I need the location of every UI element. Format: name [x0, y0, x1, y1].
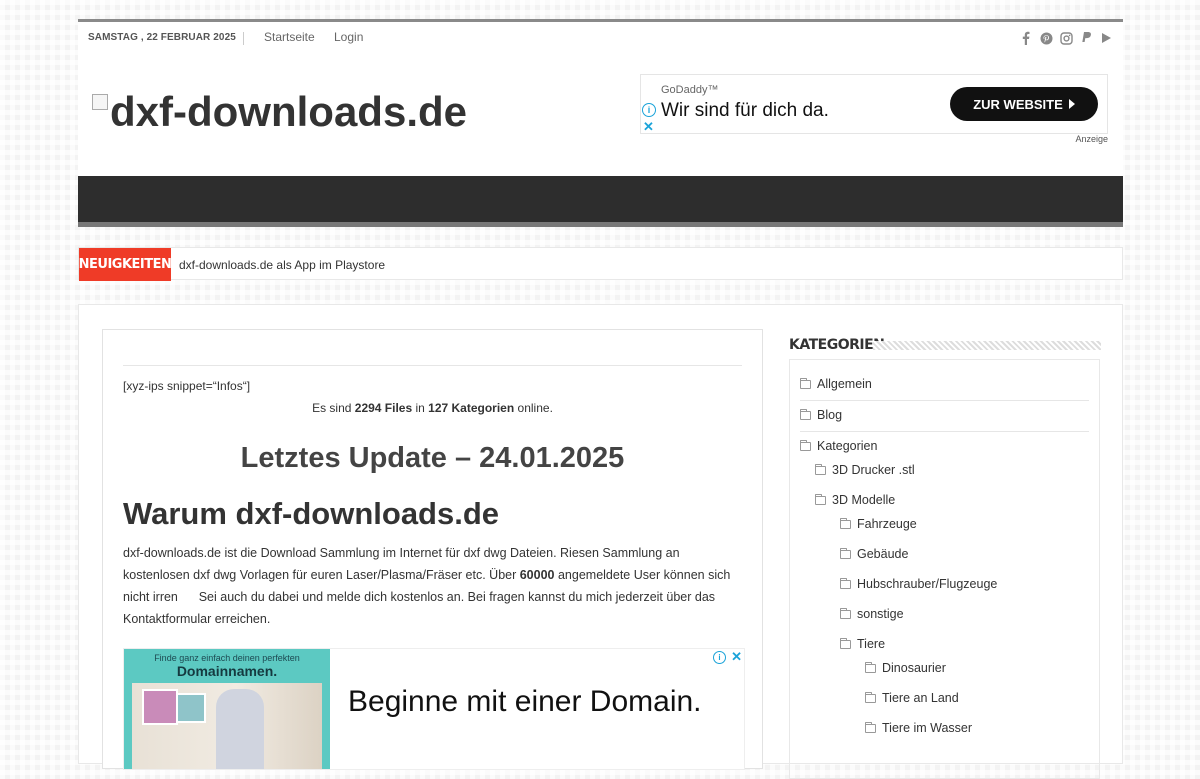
sidebar-title: KATEGORIEN: [789, 335, 1101, 357]
ad-photo-frame: [176, 693, 206, 723]
ad-brand: GoDaddy™: [661, 84, 719, 96]
ad-close-icon[interactable]: ✕: [643, 119, 654, 135]
decorative-stripes: [873, 341, 1101, 350]
folder-icon: [815, 493, 826, 505]
site-logo[interactable]: dxf-downloads.de: [92, 90, 467, 134]
folder-icon: [840, 607, 851, 619]
ad-image-line1: Finde ganz einfach deinen perfekten: [154, 653, 300, 663]
main-post: [xyz-ips snippet=“Infos“] Es sind 2294 F…: [102, 329, 763, 770]
ad-info-icon[interactable]: i: [642, 103, 656, 117]
last-update-heading: Letztes Update – 24.01.2025: [240, 442, 625, 474]
header-ad-banner[interactable]: GoDaddy™ Wir sind für dich da. i ✕ ZUR W…: [640, 74, 1108, 134]
ad-photo-frame: [142, 689, 178, 725]
broken-image-icon: [92, 94, 108, 110]
category-item-tiere-im-wasser[interactable]: Tiere im Wasser: [865, 721, 972, 735]
news-ticker: NEUIGKEITEN dxf-downloads.de als App im …: [78, 247, 1123, 281]
divider: [123, 365, 742, 366]
ad-image: Finde ganz einfach deinen perfekten Doma…: [124, 649, 330, 769]
divider: [243, 32, 244, 45]
nav-link-startseite[interactable]: Startseite: [264, 30, 315, 44]
top-bar: SAMSTAG , 22 FEBRUAR 2025 Startseite Log…: [78, 19, 1123, 57]
site-stats: Es sind 2294 Files in 127 Kategorien onl…: [312, 401, 553, 415]
category-list: Allgemein Blog Kategorien 3D Drucker .st…: [789, 359, 1100, 779]
instagram-icon[interactable]: [1059, 30, 1073, 46]
folder-icon: [840, 637, 851, 649]
play-arrow-icon: [1068, 99, 1075, 109]
snippet-shortcode: [xyz-ips snippet=“Infos“]: [123, 379, 251, 393]
divider: [800, 400, 1089, 401]
category-count: 127 Kategorien: [428, 401, 515, 415]
folder-icon: [865, 661, 876, 673]
category-item-3d-drucker[interactable]: 3D Drucker .stl: [815, 463, 915, 477]
folder-icon: [840, 577, 851, 589]
category-item-fahrzeuge[interactable]: Fahrzeuge: [840, 517, 917, 531]
category-item-3d-modelle[interactable]: 3D Modelle: [815, 493, 895, 507]
ad-cta-label: ZUR WEBSITE: [973, 96, 1063, 112]
ad-message: Wir sind für dich da.: [661, 100, 829, 121]
ticker-label: NEUIGKEITEN: [79, 248, 172, 281]
category-item-blog[interactable]: Blog: [800, 408, 842, 422]
category-item-kategorien[interactable]: Kategorien: [800, 439, 877, 453]
ad-close-icon[interactable]: ✕: [731, 649, 742, 665]
ad-headline: Beginne mit einer Domain.: [348, 685, 702, 718]
facebook-icon[interactable]: [1019, 30, 1033, 46]
folder-icon: [815, 463, 826, 475]
why-heading: Warum dxf-downloads.de: [123, 496, 500, 531]
content-area: [xyz-ips snippet=“Infos“] Es sind 2294 F…: [78, 304, 1123, 779]
main-navigation: [78, 176, 1123, 227]
ad-photo-person: [216, 689, 264, 769]
category-item-hubschrauber[interactable]: Hubschrauber/Flugzeuge: [840, 577, 997, 591]
category-item-tiere[interactable]: Tiere: [840, 637, 885, 651]
ad-cta-button[interactable]: ZUR WEBSITE: [950, 87, 1098, 121]
file-count: 2294 Files: [354, 401, 413, 415]
nav-link-login[interactable]: Login: [334, 30, 363, 44]
ad-label: Anzeige: [1075, 134, 1108, 144]
ad-info-icon[interactable]: i: [713, 651, 726, 664]
social-icons: [1019, 30, 1113, 46]
ticker-item[interactable]: dxf-downloads.de als App im Playstore: [179, 258, 385, 272]
ad-image-line2: Domainnamen.: [176, 663, 278, 679]
pinterest-icon[interactable]: [1039, 30, 1053, 46]
folder-icon: [800, 408, 811, 420]
folder-icon: [840, 547, 851, 559]
youtube-icon[interactable]: [1099, 30, 1113, 46]
current-date: SAMSTAG , 22 FEBRUAR 2025: [88, 32, 236, 43]
folder-icon: [865, 691, 876, 703]
folder-icon: [840, 517, 851, 529]
folder-icon: [800, 439, 811, 451]
folder-icon: [800, 377, 811, 389]
logo-alt-text: dxf-downloads.de: [110, 88, 467, 135]
content-ad-banner[interactable]: Finde ganz einfach deinen perfekten Doma…: [123, 648, 745, 770]
user-count: 60000: [519, 568, 555, 582]
folder-icon: [865, 721, 876, 733]
paypal-icon[interactable]: [1079, 30, 1093, 46]
category-item-allgemein[interactable]: Allgemein: [800, 377, 872, 391]
category-item-tiere-an-land[interactable]: Tiere an Land: [865, 691, 959, 705]
category-item-gebaeude[interactable]: Gebäude: [840, 547, 908, 561]
category-item-sonstige[interactable]: sonstige: [840, 607, 904, 621]
site-header: dxf-downloads.de GoDaddy™ Wir sind für d…: [78, 54, 1123, 176]
category-item-dinosaurier[interactable]: Dinosaurier: [865, 661, 946, 675]
divider: [800, 431, 1089, 432]
description-text: dxf-downloads.de ist die Download Sammlu…: [123, 546, 734, 626]
